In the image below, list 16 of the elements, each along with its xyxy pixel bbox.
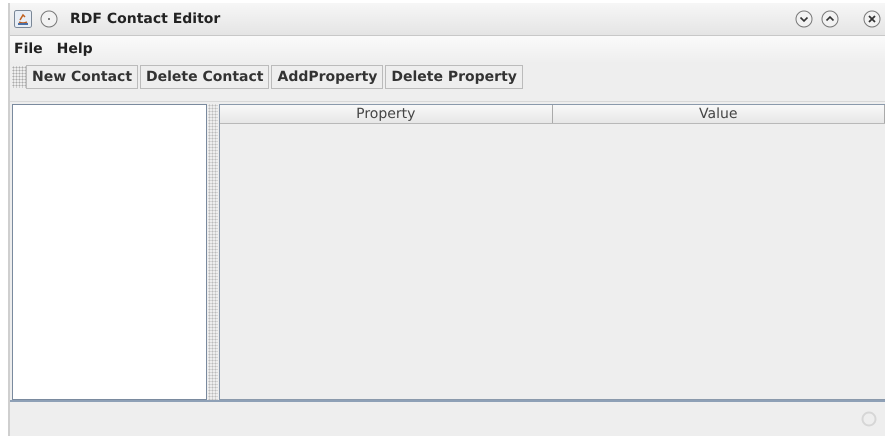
column-header[interactable]: Property [220, 105, 552, 123]
column-header[interactable]: Value [552, 105, 885, 123]
toolbar-button[interactable]: AddProperty [271, 65, 384, 89]
close-icon[interactable] [863, 10, 881, 28]
window-title: RDF Contact Editor [70, 11, 220, 27]
toolbar-button[interactable]: Delete Property [385, 65, 523, 89]
toolbar-grip[interactable] [12, 66, 26, 88]
menu-item[interactable]: Help [54, 41, 95, 57]
app-icon[interactable] [14, 10, 32, 28]
toolbar-button[interactable]: New Contact [26, 65, 138, 89]
progress-ring-icon [861, 411, 877, 427]
window-menu-icon[interactable] [40, 10, 58, 28]
maximize-icon[interactable] [821, 10, 839, 28]
minimize-icon[interactable] [795, 10, 813, 28]
menu-item[interactable]: File [12, 41, 45, 57]
toolbar-button[interactable]: Delete Contact [140, 65, 270, 89]
